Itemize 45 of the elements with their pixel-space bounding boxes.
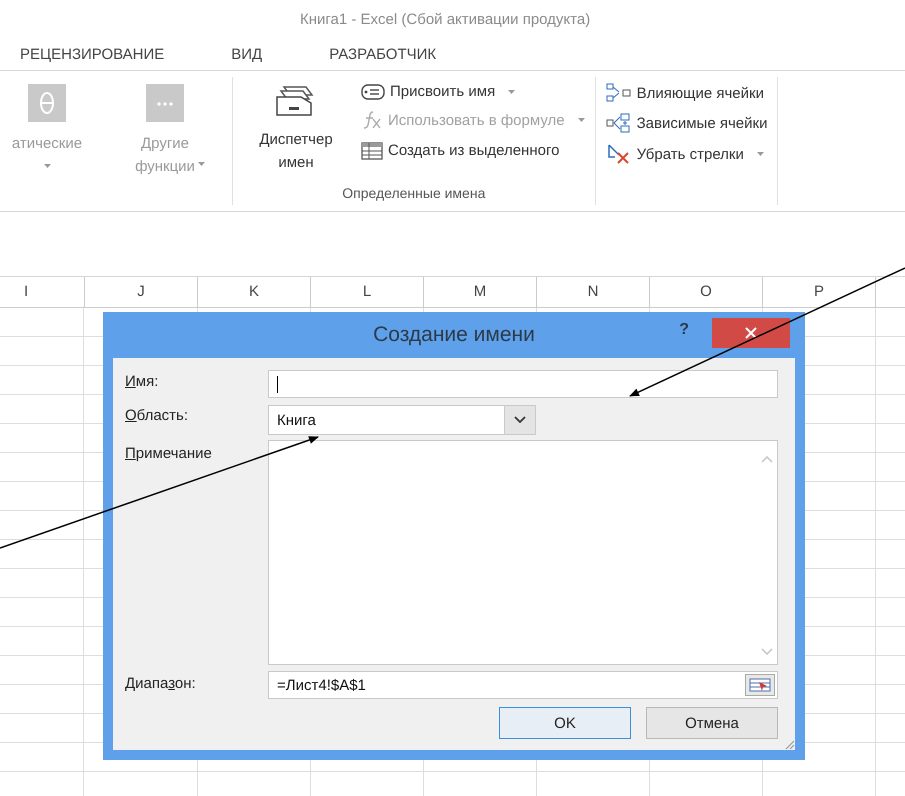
tag-icon (361, 84, 385, 100)
ribbon-tab[interactable]: РЕЦЕНЗИРОВАНИЕ (0, 46, 210, 62)
ribbon-tab[interactable]: ВИД (209, 46, 308, 62)
chevron-down-icon (514, 416, 526, 424)
scroll-down-icon[interactable] (761, 648, 773, 656)
theta-icon (27, 83, 67, 123)
column-header[interactable]: I (0, 277, 85, 307)
column-header[interactable]: L (311, 277, 424, 307)
field-label: Имя: (125, 372, 160, 392)
field-label: Область: (125, 406, 190, 426)
window-title: Книга1 - Excel (Сбой активации продукта) (300, 10, 590, 28)
resize-grip-icon[interactable] (783, 738, 795, 750)
close-button[interactable] (712, 318, 790, 348)
group-label: Определенные имена (341, 185, 486, 203)
fx-icon (361, 110, 383, 130)
text-area[interactable] (268, 440, 778, 665)
dependents-icon (606, 113, 632, 133)
ribbon-button[interactable]: Создать из выделенного (359, 138, 587, 162)
column-header[interactable]: K (198, 277, 311, 307)
ribbon-button[interactable]: Убрать стрелки (604, 141, 770, 167)
dialog-title: Создание имени (373, 323, 535, 347)
ribbon-button[interactable]: Зависимые ячейки (604, 111, 770, 135)
scroll-up-icon[interactable] (761, 455, 773, 463)
dialog-button[interactable]: OK (499, 707, 631, 739)
input-field[interactable] (268, 370, 778, 398)
ribbon-tab[interactable]: РАЗРАБОТЧИК (307, 46, 458, 62)
ribbon-button[interactable]: Влияющие ячейки (604, 81, 770, 105)
column-header[interactable]: O (650, 277, 763, 307)
collapse-dialog-icon[interactable] (745, 674, 775, 696)
help-button[interactable]: ? (673, 320, 695, 340)
column-header[interactable]: N (537, 277, 650, 307)
dialog-button[interactable]: Отмена (646, 707, 778, 739)
table-icon (361, 140, 383, 160)
close-icon (745, 327, 757, 339)
ribbon-button[interactable]: Присвоить имя (359, 81, 587, 102)
field-label: Примечание (125, 444, 213, 464)
column-header[interactable]: M (424, 277, 537, 307)
dropdown-field[interactable]: Книга (268, 405, 536, 435)
column-header[interactable]: P (763, 277, 876, 307)
input-field[interactable]: =Лист4!$A$1 (268, 671, 778, 699)
ribbon-button[interactable]: Диспетчер имен (241, 77, 351, 185)
precedents-icon (606, 83, 632, 103)
field-label: Диапазон: (125, 674, 197, 694)
dots-icon (145, 83, 185, 123)
column-header[interactable]: J (85, 277, 198, 307)
